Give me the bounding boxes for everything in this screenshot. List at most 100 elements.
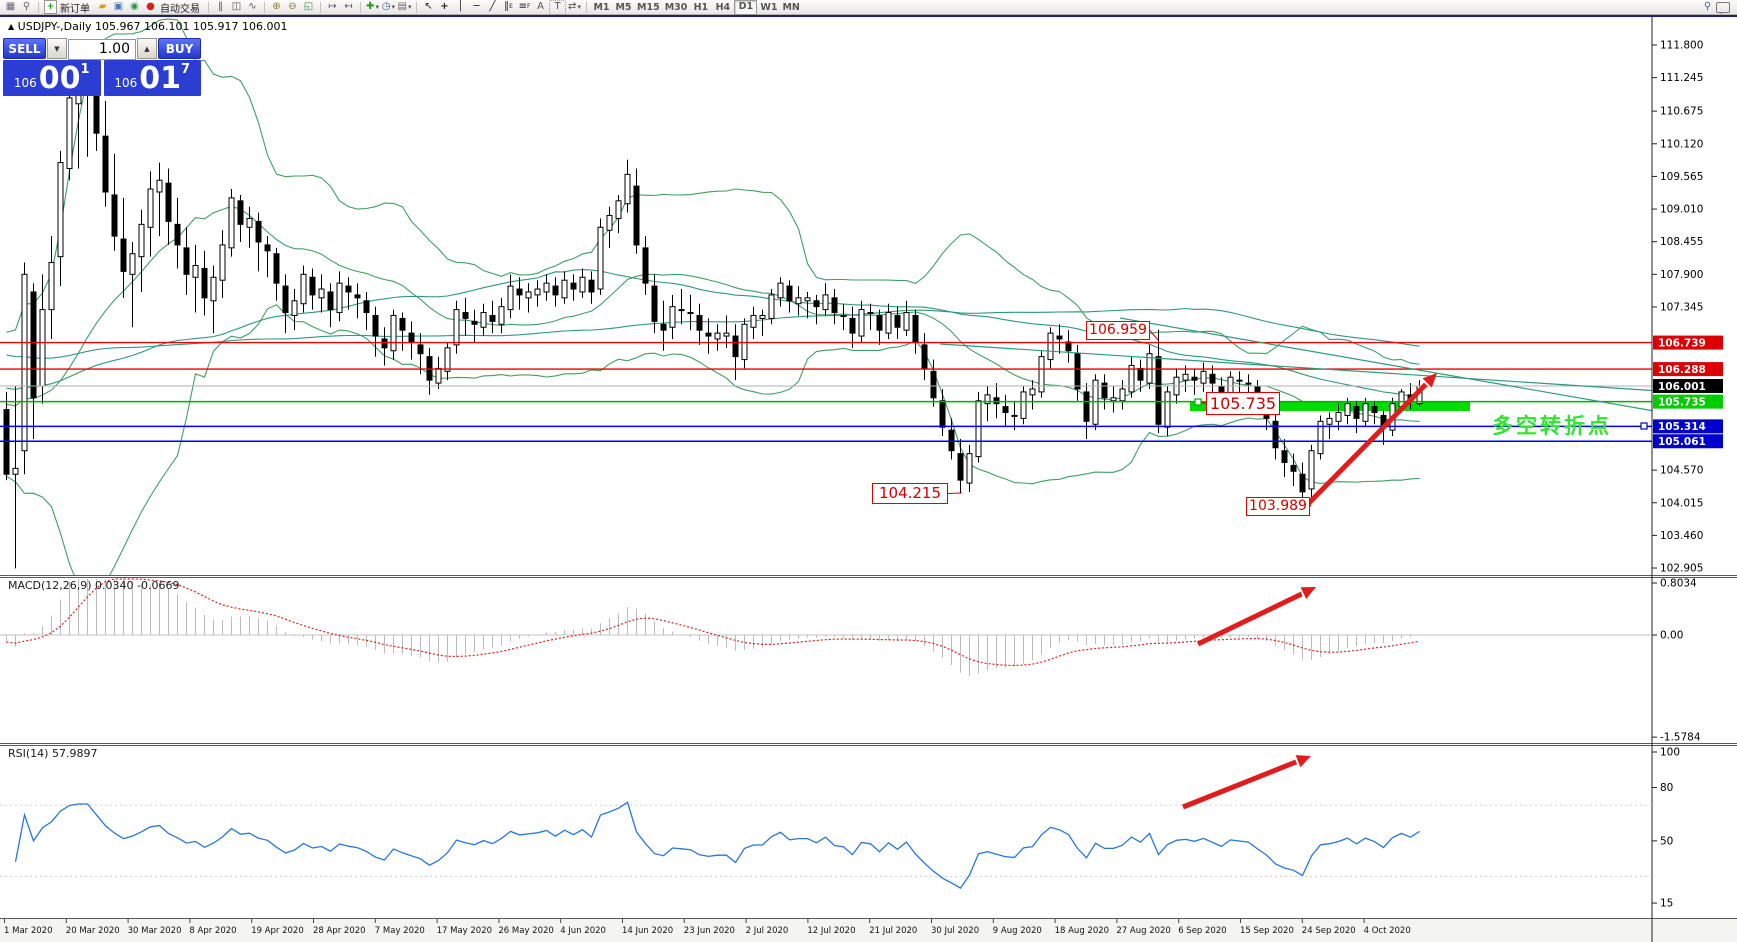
dropdown-arrow-icon: ▾ (408, 1, 412, 13)
crosshair-icon[interactable]: + (437, 1, 452, 14)
svg-text:109.565: 109.565 (1660, 171, 1703, 183)
horizontal-line-icon[interactable]: ─ (469, 1, 484, 14)
svg-text:0.8034: 0.8034 (1660, 578, 1697, 590)
svg-text:107.900: 107.900 (1660, 269, 1703, 281)
vertical-line-icon[interactable]: │ (453, 1, 468, 14)
add-indicator-icon[interactable]: ✚▾ (365, 1, 380, 14)
timeframe-m15[interactable]: M15 (635, 1, 662, 14)
price-axis-background[interactable] (1653, 17, 1737, 942)
line-chart-icon[interactable]: ∿ (245, 1, 260, 14)
trendline-icon[interactable]: ╱ (485, 1, 500, 14)
svg-text:105.314: 105.314 (1658, 421, 1706, 433)
sell-button[interactable]: SELL (3, 38, 46, 59)
chart-shift-icon[interactable]: ↤ (341, 1, 356, 14)
svg-text:102.905: 102.905 (1660, 563, 1703, 575)
zoom-in-icon[interactable]: ⊕ (269, 1, 284, 14)
signals-icon[interactable]: ◉ (127, 1, 142, 14)
date-label: 28 Apr 2020 (313, 926, 366, 936)
svg-text:108.455: 108.455 (1660, 236, 1703, 248)
timeframe-h4[interactable]: H4 (712, 1, 733, 14)
collapse-triangle-icon[interactable]: ▲ (8, 22, 14, 31)
timeframe-m5[interactable]: M5 (613, 1, 634, 14)
zoom-out-icon[interactable]: ⊖ (285, 1, 300, 14)
trendlines[interactable] (940, 318, 1660, 412)
price-label-box[interactable]: 104.215 (872, 483, 948, 504)
macd-value-main: 0.0340 (95, 579, 134, 592)
rsi-value: 57.9897 (52, 747, 98, 760)
market-icon[interactable]: ▰ (95, 1, 110, 14)
buy-button[interactable]: BUY (158, 38, 201, 59)
timeframe-h1[interactable]: H1 (690, 1, 711, 14)
volume-input[interactable] (68, 39, 136, 60)
svg-text:111.245: 111.245 (1660, 72, 1703, 84)
buy-price-base: 106 (114, 76, 137, 90)
new-order-icon[interactable]: + (43, 1, 58, 14)
toolbar-separator (208, 2, 209, 13)
new-order-label[interactable]: 新订单 (60, 0, 90, 15)
macd-name: MACD(12,26,9) (8, 579, 92, 592)
date-label: 9 Aug 2020 (993, 926, 1042, 936)
templates-icon[interactable]: ▤▾ (397, 1, 412, 14)
date-label: 4 Oct 2020 (1364, 926, 1411, 936)
buy-price-main: 01 (139, 64, 181, 94)
svg-text:15: 15 (1660, 898, 1673, 910)
timeframe-w1[interactable]: W1 (758, 1, 779, 14)
indicator-lines-layer (7, 19, 1420, 598)
date-label: 6 Sep 2020 (1178, 926, 1226, 936)
toolbar-separator (360, 2, 361, 13)
autotrading-label[interactable]: 自动交易 (160, 0, 200, 15)
pivot-note-text[interactable]: 多空转折点 (1492, 410, 1612, 440)
window-border (0, 15, 1737, 17)
volume-decrease-button[interactable]: ▼ (47, 38, 67, 59)
tile-windows-icon[interactable]: ◱ (301, 1, 316, 14)
svg-text:50: 50 (1660, 835, 1673, 847)
toolbar-separator (416, 2, 417, 13)
equidistant-channel-icon[interactable]: ∥E (501, 1, 516, 14)
auto-scroll-icon[interactable]: ↦ (325, 1, 340, 14)
periods-icon[interactable]: ◷▾ (381, 1, 396, 14)
object-handle[interactable] (1641, 423, 1647, 429)
one-click-trade-panel: SELL ▼ ▲ BUY 106 00 1 106 01 7 (3, 38, 201, 96)
price-label-box[interactable]: 103.989 (1246, 497, 1310, 516)
date-label: 14 Jun 2020 (622, 926, 673, 936)
profiles-search-icon[interactable]: ⚲ (19, 1, 34, 14)
date-label: 7 May 2020 (375, 926, 425, 936)
macd-label: MACD(12,26,9) 0.0340 -0.0669 (8, 579, 180, 592)
macd-value-signal: -0.0669 (137, 579, 179, 592)
terminal-icon[interactable]: ▣ (111, 1, 126, 14)
date-label: 4 Jun 2020 (560, 926, 606, 936)
trend-arrows[interactable] (1183, 373, 1437, 807)
cursor-icon[interactable]: ↖ (421, 1, 436, 14)
chart-window-icon[interactable]: ▦ (3, 1, 18, 14)
text-icon[interactable]: A (533, 1, 548, 14)
svg-text:105.735: 105.735 (1658, 396, 1706, 408)
ohlc-values: 105.967 106.101 105.917 106.001 (95, 20, 287, 33)
symbol-period-label: USDJPY-,Daily (18, 20, 92, 33)
svg-text:111.800: 111.800 (1660, 40, 1703, 52)
timeframe-m30[interactable]: M30 (663, 1, 690, 14)
date-label: 21 Jul 2020 (869, 926, 917, 936)
rsi-name: RSI(14) (8, 747, 48, 760)
price-label-box[interactable]: 106.959 (1086, 321, 1150, 340)
timeframe-mn[interactable]: MN (780, 1, 801, 14)
bar-chart-icon[interactable]: ‖ (213, 1, 228, 14)
chat-icon[interactable] (1716, 2, 1730, 13)
date-label: 8 Apr 2020 (189, 926, 236, 936)
date-label: 30 Mar 2020 (128, 926, 182, 936)
timeframe-m1[interactable]: M1 (591, 1, 612, 14)
fibonacci-icon[interactable]: ≡F (517, 1, 532, 14)
arrows-icon[interactable]: ⇄▾ (567, 1, 582, 14)
macd-indicator (0, 579, 1652, 676)
buy-price-display[interactable]: 106 01 7 (104, 60, 202, 96)
timeframe-d1[interactable]: D1 (734, 0, 757, 15)
sell-price-display[interactable]: 106 00 1 (3, 60, 101, 96)
candlestick-chart-icon[interactable]: ◫ (229, 1, 244, 14)
autotrading-icon[interactable]: ● (143, 1, 158, 14)
text-label-icon[interactable]: T (549, 0, 566, 15)
toolbar-separator (586, 2, 587, 13)
volume-increase-button[interactable]: ▲ (137, 38, 157, 59)
search-icon[interactable]: ⚲ (1700, 1, 1715, 14)
chart-canvas[interactable]: 111.800111.245110.675110.120109.565109.0… (0, 0, 1737, 942)
object-handle[interactable] (1195, 399, 1201, 405)
price-label-box[interactable]: 105.735 (1206, 392, 1280, 415)
